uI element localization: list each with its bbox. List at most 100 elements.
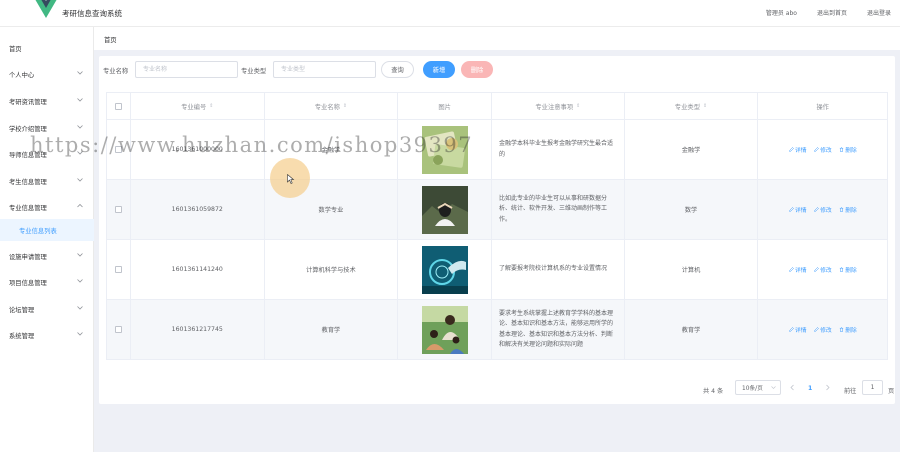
sort-icon[interactable]: ⇕ xyxy=(576,103,580,109)
edit-link[interactable]: 修改 xyxy=(813,205,832,214)
detail-link[interactable]: 详情 xyxy=(788,325,807,334)
actions-cell: 详情 修改 删除 xyxy=(758,240,887,299)
header-type[interactable]: 专业类型 ⇕ xyxy=(625,93,759,119)
exit-to-home-link[interactable]: 退出到首页 xyxy=(817,8,847,17)
detail-link[interactable]: 详情 xyxy=(788,205,807,214)
actions-cell: 详情 修改 删除 xyxy=(758,300,887,359)
edit-label: 修改 xyxy=(820,328,832,334)
row-checkbox-cell xyxy=(107,120,131,179)
sidebar-item-label: 考研资讯管理 xyxy=(9,98,47,106)
delete-link[interactable]: 删除 xyxy=(839,145,857,154)
code-cell: 1601361059872 xyxy=(131,180,265,239)
teacher-students-photo xyxy=(421,305,468,354)
image-cell xyxy=(398,180,492,239)
sidebar-item-student[interactable]: 考生信息管理 xyxy=(0,170,94,192)
sort-icon[interactable]: ⇕ xyxy=(703,103,707,109)
actions-cell: 详情 修改 删除 xyxy=(758,120,887,179)
thinking-person-photo xyxy=(421,185,468,234)
digital-hand-photo xyxy=(421,245,468,294)
select-all-checkbox[interactable] xyxy=(114,102,122,110)
edit-icon xyxy=(813,207,819,212)
header-note[interactable]: 专业注意事项 ⇕ xyxy=(492,93,625,119)
main-content: 首页 专业名称 专业类型 查询 新增 删除 专业编号⇕ 专业名称⇕ 图片 专业注… xyxy=(94,27,900,452)
chevron-up-icon xyxy=(77,203,83,208)
type-cell: 数学 xyxy=(625,180,759,239)
major-type-input[interactable] xyxy=(273,61,376,78)
chevron-down-icon xyxy=(77,125,83,129)
sidebar-item-label: 专业信息列表 xyxy=(19,227,57,235)
sidebar-item-label: 项目信息管理 xyxy=(9,279,47,287)
edit-link[interactable]: 修改 xyxy=(813,145,832,154)
sidebar-item-label: 设施申请管理 xyxy=(9,253,47,261)
row-checkbox[interactable] xyxy=(114,146,122,153)
next-page-icon[interactable] xyxy=(824,384,831,391)
delete-link[interactable]: 删除 xyxy=(839,265,857,274)
breadcrumb-bar: 首页 xyxy=(94,27,900,50)
sidebar-item-forum[interactable]: 论坛管理 xyxy=(0,298,94,320)
prev-page-icon[interactable] xyxy=(789,384,796,391)
edit-icon xyxy=(813,327,819,332)
name-cell: 教育学 xyxy=(265,300,399,359)
sidebar-item-project[interactable]: 项目信息管理 xyxy=(0,271,94,293)
header-name[interactable]: 专业名称 ⇕ xyxy=(265,93,399,119)
name-cell: 计算机科学与技术 xyxy=(265,240,399,299)
sidebar-item-personal-center[interactable]: 个人中心 xyxy=(0,63,94,85)
sort-icon[interactable]: ⇕ xyxy=(343,103,347,109)
trash-icon xyxy=(839,147,843,152)
delete-link[interactable]: 删除 xyxy=(839,205,857,214)
sidebar-item-major-list[interactable]: 专业信息列表 xyxy=(0,219,94,241)
trash-icon xyxy=(839,207,843,212)
row-checkbox[interactable] xyxy=(114,266,122,273)
note-cell: 比如此专业的毕业生可以从事和研数据分析、统计、软件开发、三维动画制作等工作。 xyxy=(492,180,625,239)
sidebar-item-system[interactable]: 系统管理 xyxy=(0,324,94,346)
current-page[interactable]: 1 xyxy=(808,385,812,392)
table-row: 1601361141240 计算机科学与技术 了解要报考院校计算机系的专业设置情… xyxy=(107,240,887,300)
row-checkbox[interactable] xyxy=(114,326,122,333)
row-checkbox[interactable] xyxy=(114,206,122,213)
breadcrumb[interactable]: 首页 xyxy=(104,35,117,44)
add-button[interactable]: 新增 xyxy=(423,61,455,78)
sidebar-item-facility[interactable]: 设施申请管理 xyxy=(0,245,94,267)
table-row: 1601361217745 教育学 要求考生系统掌握上述教育学学科的基本理论、基 xyxy=(107,300,887,360)
query-button[interactable]: 查询 xyxy=(381,61,414,78)
goto-page-input[interactable]: 1 xyxy=(862,380,883,395)
edit-icon xyxy=(788,327,794,332)
delete-label: 删除 xyxy=(845,268,857,274)
vue-logo-icon xyxy=(35,0,57,18)
money-photo xyxy=(421,125,468,174)
total-count: 共 4 条 xyxy=(703,388,724,395)
delete-button[interactable]: 删除 xyxy=(461,61,493,78)
sort-icon[interactable]: ⇕ xyxy=(209,103,213,109)
row-checkbox-cell xyxy=(107,300,131,359)
table-header: 专业编号 ⇕ 专业名称 ⇕ 图片 专业注意事项 ⇕ 专业类型 ⇕ 操作 xyxy=(107,93,887,120)
trash-icon xyxy=(839,327,843,332)
sidebar-item-school[interactable]: 学校介绍管理 xyxy=(0,117,94,139)
sidebar-item-tutor[interactable]: 导师信息管理 xyxy=(0,143,94,165)
page-size-select[interactable]: 10条/页 xyxy=(735,380,781,395)
type-cell: 计算机 xyxy=(625,240,759,299)
top-header: 考研信息查询系统 管理员 abo 退出到首页 退出登录 xyxy=(0,0,900,27)
page-size-value: 10条/页 xyxy=(742,386,763,392)
sidebar-item-home[interactable]: 首页 xyxy=(0,37,94,59)
search-form: 专业名称 专业类型 查询 新增 删除 xyxy=(99,56,895,86)
type-cell: 金融学 xyxy=(625,120,759,179)
edit-icon xyxy=(813,147,819,152)
chevron-down-icon xyxy=(77,98,83,102)
chevron-down-icon xyxy=(77,279,83,283)
sidebar-item-label: 考生信息管理 xyxy=(9,178,47,186)
sidebar-item-label: 专业信息管理 xyxy=(9,204,47,212)
chevron-down-icon xyxy=(77,178,83,182)
delete-label: 删除 xyxy=(845,148,857,154)
detail-link[interactable]: 详情 xyxy=(788,265,807,274)
header-code[interactable]: 专业编号 ⇕ xyxy=(131,93,265,119)
edit-label: 修改 xyxy=(820,208,832,214)
edit-link[interactable]: 修改 xyxy=(813,265,832,274)
delete-link[interactable]: 删除 xyxy=(839,325,857,334)
header-actions: 管理员 abo 退出到首页 退出登录 xyxy=(766,8,891,17)
major-name-input[interactable] xyxy=(135,61,238,78)
sidebar-item-news[interactable]: 考研资讯管理 xyxy=(0,90,94,112)
detail-link[interactable]: 详情 xyxy=(788,145,807,154)
edit-link[interactable]: 修改 xyxy=(813,325,832,334)
sidebar-item-major[interactable]: 专业信息管理 xyxy=(0,196,94,218)
logout-link[interactable]: 退出登录 xyxy=(867,8,891,17)
